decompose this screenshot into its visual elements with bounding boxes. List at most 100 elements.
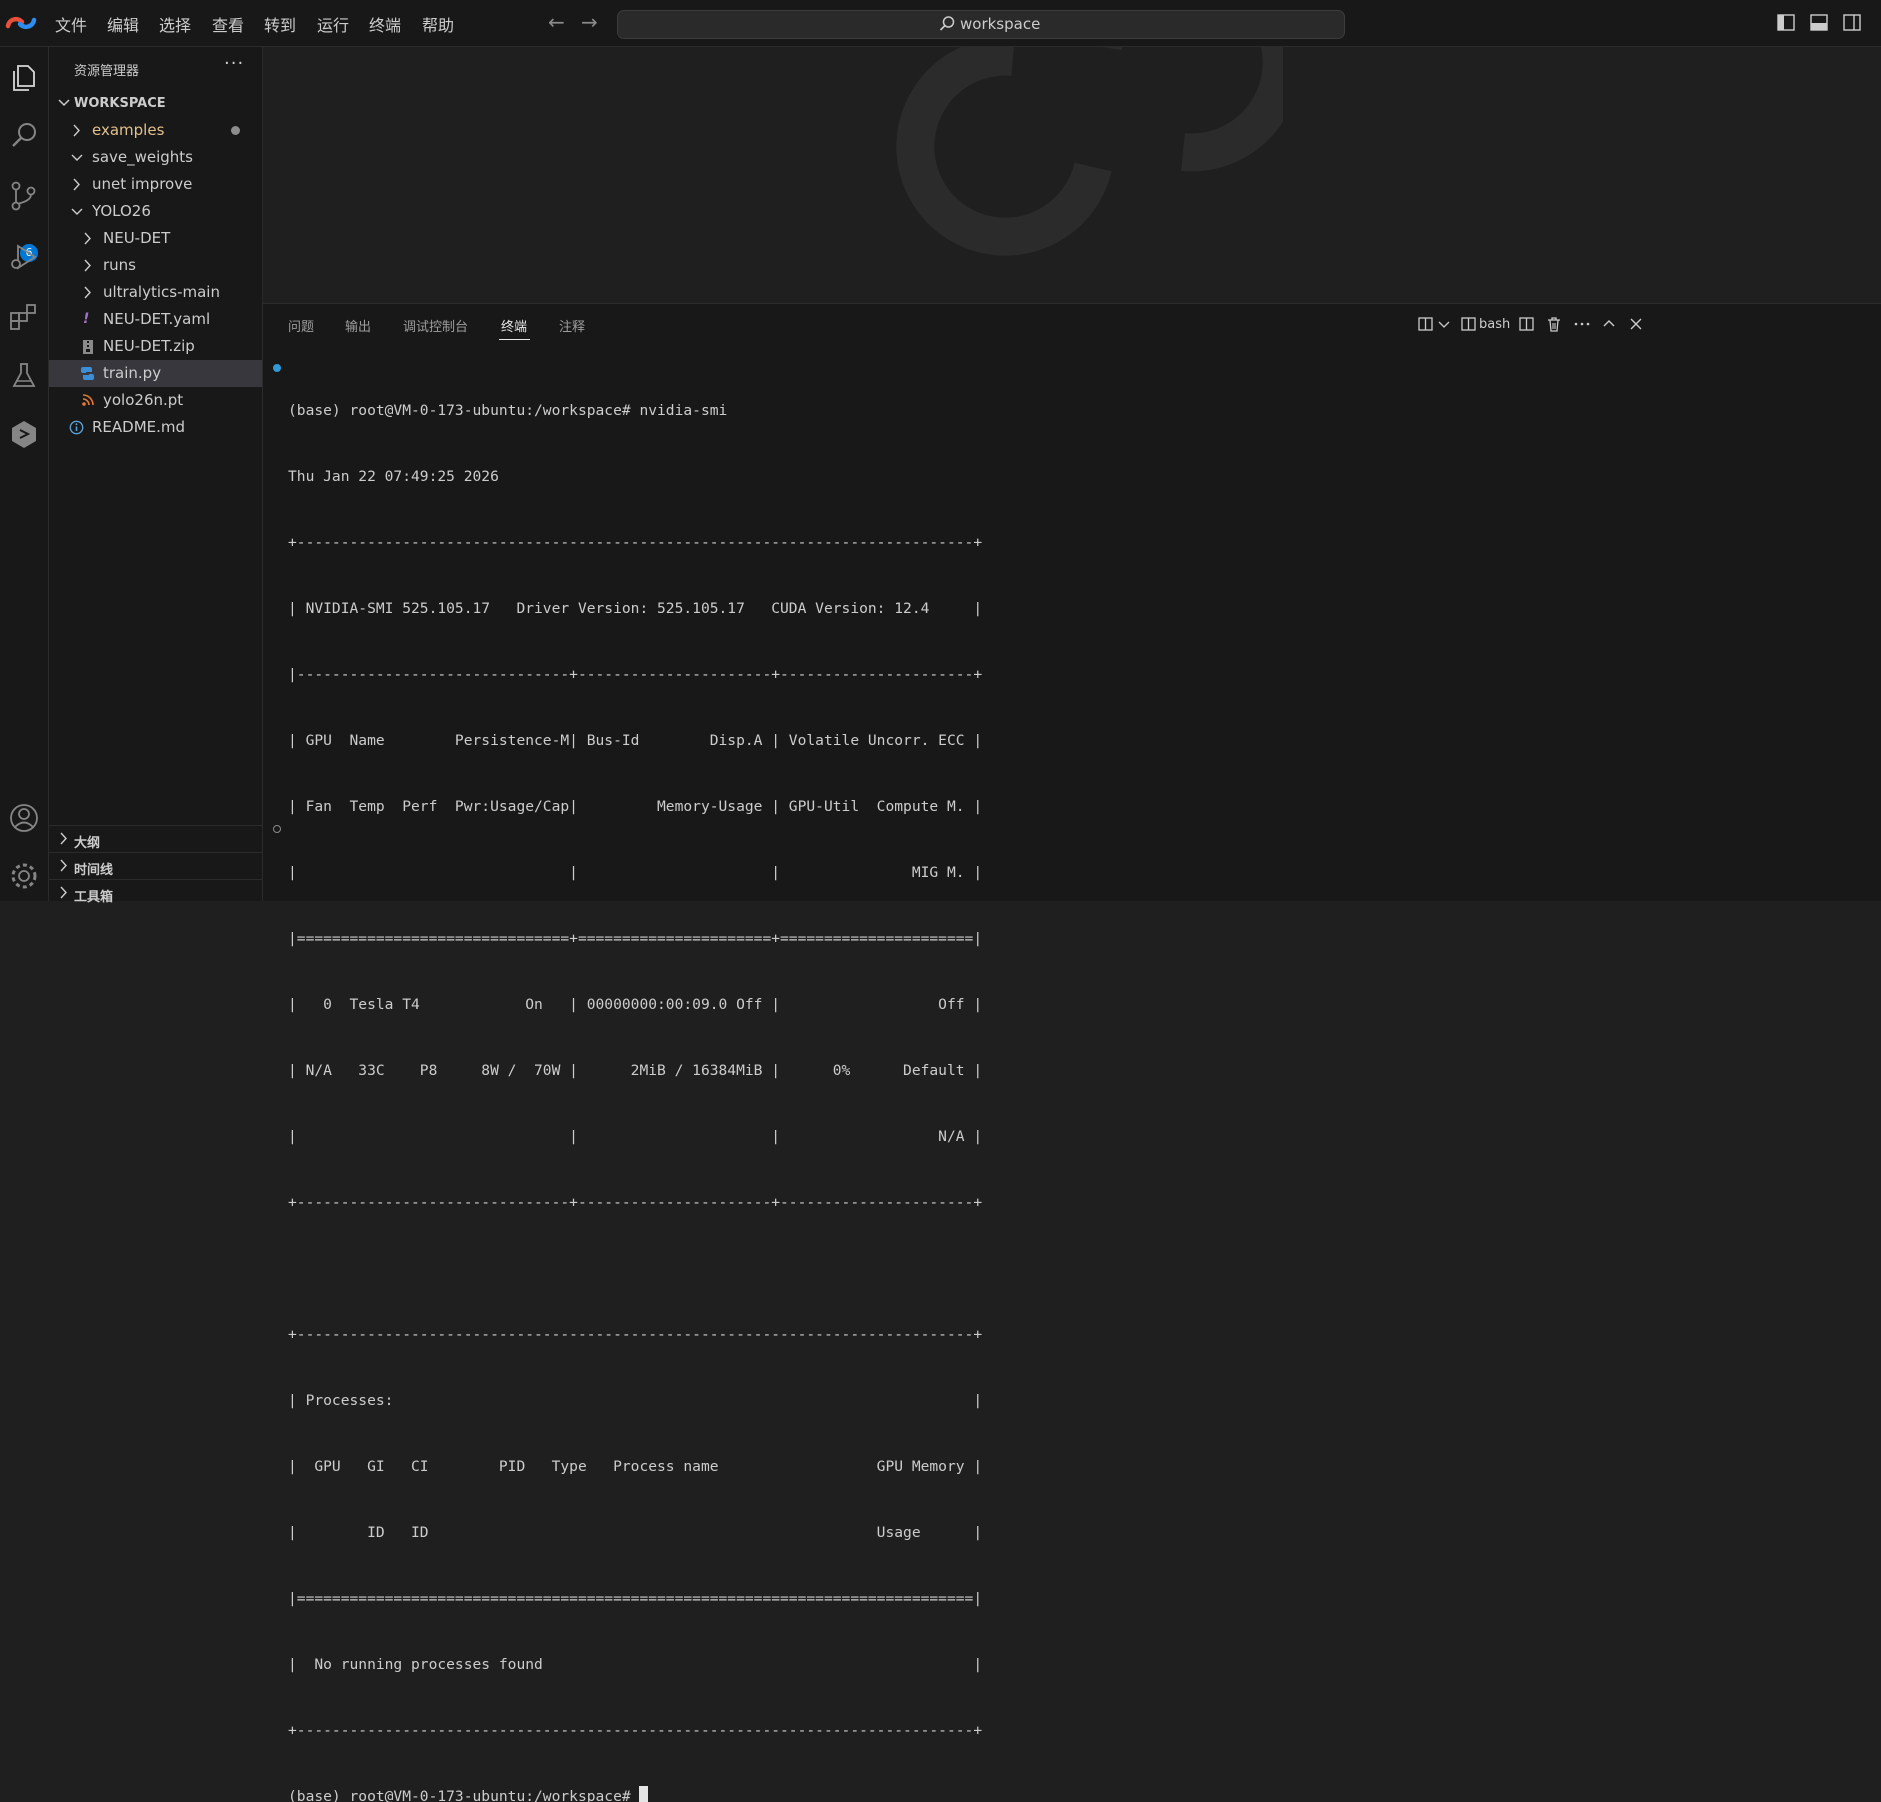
chevron-right-icon [60,859,67,872]
tab-problems[interactable]: 问题 [288,316,314,335]
explorer-sidebar: 资源管理器 ··· WORKSPACE examples save_weight… [49,47,263,905]
timeline-section-header[interactable]: 时间线 [49,852,262,880]
python-icon [81,367,94,380]
tree-folder-examples[interactable]: examples [49,117,262,144]
menu-edit[interactable]: 编辑 [107,12,139,36]
tree-item-label: NEU-DET.yaml [103,310,211,328]
settings-gear-icon[interactable] [5,857,43,895]
account-icon[interactable] [5,799,43,837]
terminal-line: | Processes: | [288,1392,983,1409]
tree-folder-ultralytics-main[interactable]: ultralytics-main [49,279,262,306]
tree-item-label: ultralytics-main [103,283,220,301]
tab-debug-console[interactable]: 调试控制台 [403,316,468,335]
terminal-line: | GPU Name Persistence-M| Bus-Id Disp.A … [288,732,983,749]
tab-comments[interactable]: 注释 [559,316,585,335]
terminal-line: | N/A 33C P8 8W / 70W | 2MiB / 16384MiB … [288,1062,983,1079]
menu-help[interactable]: 帮助 [422,12,454,36]
extensions-icon[interactable] [5,298,43,336]
toolbox-section-header[interactable]: 工具箱 [49,879,262,907]
toggle-panel-icon[interactable] [1810,14,1828,31]
rss-feed-icon [82,394,94,406]
terminal-line: | GPU GI CI PID Type Process name GPU Me… [288,1458,983,1475]
search-sidebar-icon[interactable] [5,117,43,155]
editor-area [263,47,1881,303]
chevron-down-icon[interactable] [1435,315,1453,333]
split-terminal-icon[interactable] [1518,315,1536,333]
chevron-right-icon [60,886,67,899]
terminal-split-view-icon [1461,317,1476,331]
terminal-line: | Fan Temp Perf Pwr:Usage/Cap| Memory-Us… [288,798,983,815]
terminal-line: +-------------------------------+-------… [288,1194,983,1211]
tree-folder-save-weights[interactable]: save_weights [49,144,262,171]
menu-terminal[interactable]: 终端 [369,12,401,36]
terminal-line: | ID ID Usage | [288,1524,983,1541]
tree-item-label: YOLO26 [92,202,151,220]
workspace-section-header[interactable]: WORKSPACE [49,92,262,116]
command-success-decoration-icon[interactable] [273,364,281,372]
chevron-right-icon [73,178,80,191]
terminal-line: |-------------------------------+-------… [288,666,983,683]
more-actions-icon[interactable]: ··· [224,53,244,74]
forward-arrow-icon[interactable]: → [581,12,598,32]
maximize-panel-icon[interactable] [1600,315,1618,333]
terminal-shell-label[interactable]: bash [1479,317,1510,332]
info-icon [69,420,84,435]
toggle-secondary-sidebar-icon[interactable] [1843,14,1861,31]
tree-file-train-py[interactable]: train.py [49,360,262,387]
tree-file-neu-det-zip[interactable]: NEU-DET.zip [49,333,262,360]
tree-item-label: NEU-DET [103,229,171,247]
trash-icon[interactable] [1545,315,1563,333]
run-debug-icon[interactable] [5,238,43,276]
close-panel-icon[interactable] [1627,315,1645,333]
toggle-primary-sidebar-icon[interactable] [1777,14,1795,31]
outline-section-header[interactable]: 大纲 [49,825,262,853]
remote-cube-icon[interactable] [5,415,43,453]
tree-folder-unet-improve[interactable]: unet improve [49,171,262,198]
explorer-title: 资源管理器 [74,64,140,79]
chevron-right-icon [60,832,67,845]
tree-item-label: train.py [103,364,162,382]
tree-file-readme-md[interactable]: README.md [49,414,262,441]
menu-run[interactable]: 运行 [317,12,349,36]
command-decoration-icon[interactable] [273,825,281,833]
active-tab-indicator [499,339,530,340]
modified-dot-icon [231,126,240,135]
menu-selection[interactable]: 选择 [159,12,191,36]
tree-folder-runs[interactable]: runs [49,252,262,279]
tree-item-label: yolo26n.pt [103,391,184,409]
outline-label: 大纲 [74,836,101,851]
activity-bar: 6 [0,47,49,901]
tab-terminal[interactable]: 终端 [501,316,527,335]
toolbox-label: 工具箱 [74,890,114,905]
search-text: workspace [960,15,1041,33]
tab-output[interactable]: 输出 [345,316,371,335]
chevron-right-icon [73,124,80,137]
terminal-output[interactable]: (base) root@VM-0-173-ubuntu:/workspace# … [288,356,982,1802]
tree-item-label: runs [103,256,136,274]
tree-file-yolo26n-pt[interactable]: yolo26n.pt [49,387,262,414]
tree-folder-neu-det[interactable]: NEU-DET [49,225,262,252]
menu-go[interactable]: 转到 [264,12,296,36]
terminal-line: +---------------------------------------… [288,1722,983,1739]
terminal-line: |===============================+=======… [288,930,983,947]
command-center-search[interactable]: workspace [617,10,1345,39]
testing-flask-icon[interactable] [5,357,43,395]
menu-file[interactable]: 文件 [55,12,87,36]
terminal-line: (base) root@VM-0-173-ubuntu:/workspace# … [288,402,728,419]
yaml-exclamation-icon: ! [83,311,90,327]
terminal-prompt-line[interactable]: (base) root@VM-0-173-ubuntu:/workspace# [288,1786,982,1802]
chevron-down-icon [58,99,70,107]
new-terminal-layout-icon[interactable] [1417,315,1435,333]
back-arrow-icon[interactable]: ← [548,12,565,32]
menu-view[interactable]: 查看 [212,12,244,36]
terminal-prompt: (base) root@VM-0-173-ubuntu:/workspace# [288,1788,640,1802]
explorer-icon[interactable] [5,59,43,97]
source-control-icon[interactable] [5,177,43,215]
more-actions-icon[interactable] [1573,315,1591,333]
tree-file-neu-det-yaml[interactable]: ! NEU-DET.yaml [49,306,262,333]
terminal-line: Thu Jan 22 07:49:25 2026 [288,468,499,485]
terminal-line: |=======================================… [288,1590,983,1607]
tree-folder-yolo26[interactable]: YOLO26 [49,198,262,225]
editor-watermark-logo-icon [896,47,1283,256]
terminal-line: +---------------------------------------… [288,1326,983,1343]
